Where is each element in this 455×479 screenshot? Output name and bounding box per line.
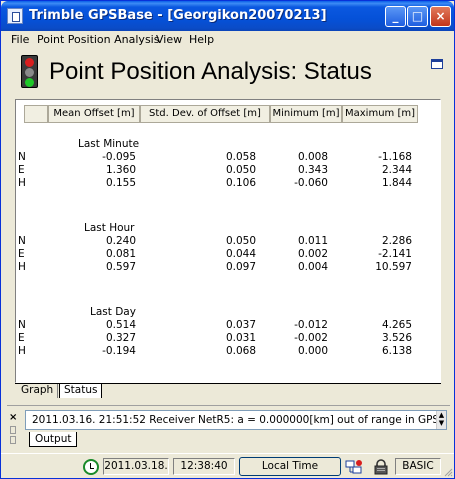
dock-handle-icon[interactable] <box>10 436 16 444</box>
column-header-std-dev[interactable]: Std. Dev. of Offset [m] <box>140 105 270 123</box>
window-restore-icon[interactable] <box>431 59 443 69</box>
page-title: Point Position Analysis: Status <box>49 58 372 85</box>
mean-value: -0.095 <box>102 151 136 163</box>
mean-value: 0.155 <box>105 177 136 189</box>
mean-value: -0.194 <box>102 345 136 357</box>
min-value: 0.000 <box>297 345 328 357</box>
axis-label: E <box>18 332 25 344</box>
min-value: 0.004 <box>297 261 328 273</box>
log-message: 2011.03.16. 21:51:52 Receiver NetR5: a =… <box>32 414 446 426</box>
app-icon <box>7 8 23 24</box>
lock-icon <box>374 459 388 475</box>
min-value: 0.008 <box>297 151 328 163</box>
tab-status[interactable]: Status <box>59 384 103 398</box>
mean-value: 1.360 <box>105 164 136 176</box>
app-window: Trimble GPSBase - [Georgikon20070213] _ … <box>0 0 455 479</box>
max-value: 10.597 <box>375 261 412 273</box>
min-value: 0.343 <box>297 164 328 176</box>
min-value: 0.002 <box>297 248 328 260</box>
tab-graph[interactable]: Graph <box>17 384 59 398</box>
std-value: 0.106 <box>225 177 256 189</box>
window-title: Trimble GPSBase - [Georgikon20070213] <box>29 8 327 23</box>
min-value: -0.002 <box>294 332 328 344</box>
section-label: Last Hour <box>84 222 135 234</box>
column-header-minimum[interactable]: Minimum [m] <box>270 105 342 123</box>
status-time: 12:38:40 <box>173 458 235 475</box>
max-value: 2.344 <box>381 164 412 176</box>
max-value: 6.138 <box>381 345 412 357</box>
column-header-maximum[interactable]: Maximum [m] <box>342 105 418 123</box>
menu-help[interactable]: Help <box>189 33 214 46</box>
max-value: 3.526 <box>381 332 412 344</box>
status-mode: BASIC <box>395 458 441 475</box>
mean-value: 0.081 <box>105 248 136 260</box>
section-label: Last Day <box>90 306 136 318</box>
max-value: -2.141 <box>378 248 412 260</box>
output-panel: × 2011.03.16. 21:51:52 Receiver NetR5: a… <box>7 405 450 451</box>
std-value: 0.031 <box>225 332 256 344</box>
green-light-icon <box>25 78 34 87</box>
axis-label: H <box>18 345 26 357</box>
yellow-light-icon <box>25 68 34 77</box>
menu-point-position-analysis[interactable]: Point Position Analysis <box>37 33 159 46</box>
axis-label: H <box>18 261 26 273</box>
network-status-icon <box>345 460 362 474</box>
status-table: Mean Offset [m] Std. Dev. of Offset [m] … <box>15 99 441 383</box>
axis-label: N <box>18 151 26 163</box>
mean-value: 0.240 <box>105 235 136 247</box>
std-value: 0.050 <box>225 235 256 247</box>
status-date: 2011.03.18. <box>103 458 169 475</box>
std-value: 0.068 <box>225 345 256 357</box>
status-bar: 2011.03.18. 12:38:40 Local Time BASIC <box>1 453 454 478</box>
std-value: 0.058 <box>225 151 256 163</box>
axis-label: N <box>18 319 26 331</box>
section-label: Last Minute <box>78 138 140 150</box>
view-tabs: Graph Status <box>15 383 441 399</box>
minimize-button[interactable]: _ <box>385 6 406 27</box>
axis-label: E <box>18 248 25 260</box>
axis-label: N <box>18 235 26 247</box>
title-bar[interactable]: Trimble GPSBase - [Georgikon20070213] _ … <box>1 1 454 31</box>
std-value: 0.044 <box>225 248 256 260</box>
column-header-mean-offset[interactable]: Mean Offset [m] <box>48 105 140 123</box>
local-time-button[interactable]: Local Time <box>239 457 341 476</box>
log-scrollbar[interactable]: ▲ ▼ <box>436 411 446 429</box>
maximize-button[interactable]: □ <box>407 6 428 27</box>
max-value: 2.286 <box>381 235 412 247</box>
std-value: 0.050 <box>225 164 256 176</box>
red-light-icon <box>25 58 34 67</box>
min-value: 0.011 <box>297 235 328 247</box>
std-value: 0.097 <box>225 261 256 273</box>
output-close-button[interactable]: × <box>9 412 17 423</box>
close-button[interactable]: × <box>430 6 451 27</box>
menu-file[interactable]: File <box>11 33 29 46</box>
clock-icon <box>83 459 99 475</box>
mean-value: 0.597 <box>105 261 136 273</box>
std-value: 0.037 <box>225 319 256 331</box>
mean-value: 0.327 <box>105 332 136 344</box>
mean-value: 0.514 <box>105 319 136 331</box>
output-log[interactable]: 2011.03.16. 21:51:52 Receiver NetR5: a =… <box>25 410 447 430</box>
axis-label: E <box>18 164 25 176</box>
axis-label: H <box>18 177 26 189</box>
max-value: 1.844 <box>381 177 412 189</box>
max-value: -1.168 <box>378 151 412 163</box>
min-value: -0.012 <box>294 319 328 331</box>
max-value: 4.265 <box>381 319 412 331</box>
menu-view[interactable]: View <box>156 33 182 46</box>
min-value: -0.060 <box>294 177 328 189</box>
dock-handle-icon[interactable] <box>10 426 16 434</box>
resize-grip-icon[interactable] <box>443 467 453 477</box>
page-header: Point Position Analysis: Status <box>7 51 448 93</box>
menu-bar: File Point Position Analysis View Help <box>1 31 454 49</box>
traffic-light-icon <box>21 55 38 88</box>
tab-output[interactable]: Output <box>29 432 78 447</box>
column-header-axis[interactable] <box>24 105 48 123</box>
